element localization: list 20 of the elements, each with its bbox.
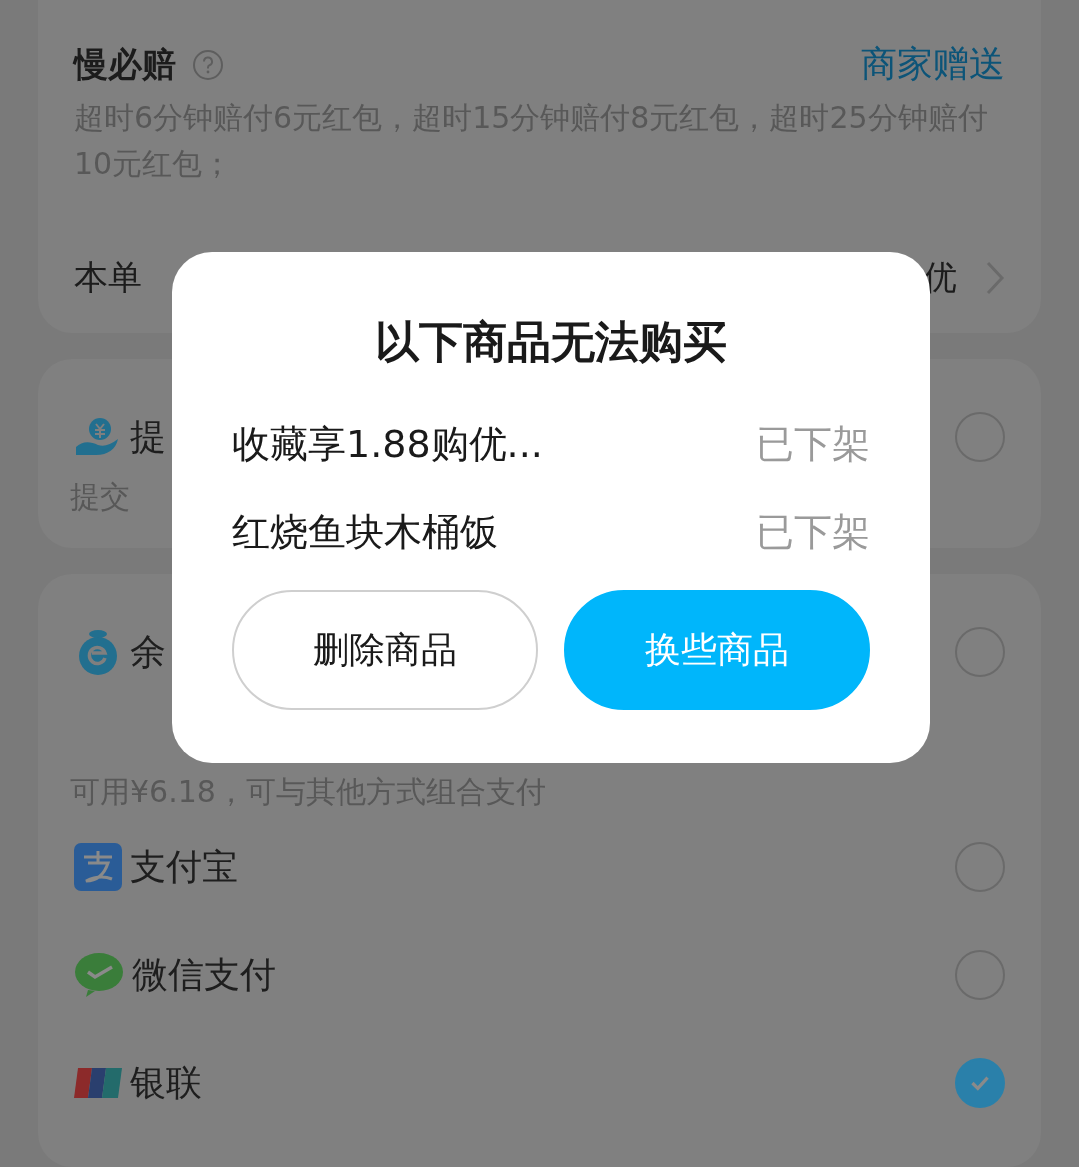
payment-option-label: 支付宝 [130, 844, 238, 889]
product-status: 已下架 [756, 508, 870, 556]
payment-option-label: 银联 [130, 1060, 202, 1105]
bank-card-icon [74, 1067, 122, 1099]
alipay-icon [74, 843, 122, 891]
merchant-gift-label: 商家赠送 [861, 42, 1005, 86]
chat-check-icon [74, 952, 124, 998]
help-icon [192, 48, 224, 81]
product-name: 红烧鱼块木桶饭 [232, 508, 498, 556]
guarantee-title: 慢必赔 [74, 42, 176, 86]
dialog-title: 以下商品无法购买 [374, 315, 728, 369]
delete-products-button[interactable]: 删除商品 [232, 590, 538, 710]
discount-value: 优 [923, 256, 957, 299]
payment-option-label: 提 [130, 414, 166, 459]
radio-button[interactable] [955, 1058, 1005, 1108]
product-status: 已下架 [756, 420, 870, 468]
payment-option-label: 微信支付 [132, 952, 276, 997]
payment-option-label: 余 [130, 629, 166, 674]
discount-label: 本单 [74, 256, 142, 299]
product-name: 收藏享1.88购优... [232, 420, 543, 468]
